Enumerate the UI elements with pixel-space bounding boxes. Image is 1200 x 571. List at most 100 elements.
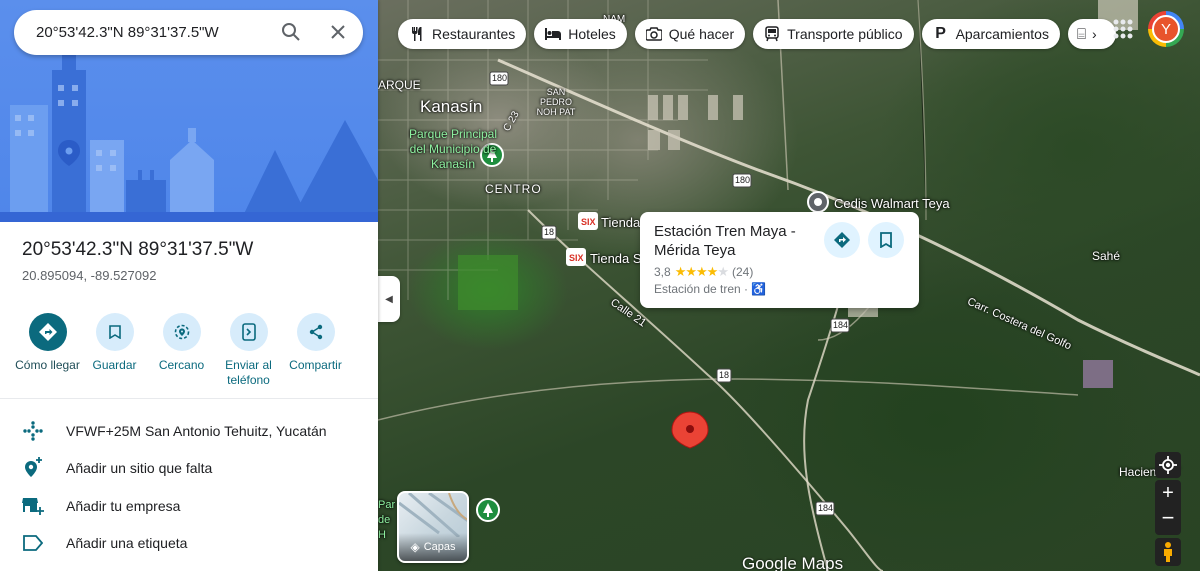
popup-save-button[interactable] <box>868 222 904 258</box>
info-rows: VFWF+25M San Antonio Tehuitz, Yucatán Añ… <box>0 412 378 562</box>
directions-button[interactable]: Cómo llegar <box>14 313 81 388</box>
zoom-out-button[interactable]: − <box>1162 506 1175 530</box>
google-maps-logo: Google Maps <box>742 554 844 571</box>
nearby-icon <box>162 313 201 351</box>
action-label: Cómo llegar <box>15 358 80 372</box>
popup-rating: 3,8 <box>654 265 671 279</box>
share-button[interactable]: Compartir <box>282 313 349 388</box>
action-label: Guardar <box>92 358 137 372</box>
layers-label-row: ◈ Capas <box>399 533 467 561</box>
svg-text:SIX: SIX <box>581 217 596 227</box>
chip-restaurantes[interactable]: Restaurantes <box>398 19 527 49</box>
place-name: 20°53'42.3"N 89°31'37.5"W <box>22 239 254 260</box>
my-location-icon <box>1159 456 1177 474</box>
transit-icon <box>763 25 781 43</box>
save-button[interactable]: Guardar <box>81 313 148 388</box>
chip-label: Transporte público <box>787 26 903 42</box>
route-shield-18b: 18 <box>719 370 730 380</box>
map-label-tienda-2: Tienda S <box>590 251 642 266</box>
parking-icon: P <box>935 25 946 42</box>
chip-hoteles[interactable]: Hoteles <box>534 19 627 49</box>
map-label-arque: ARQUE <box>378 78 421 92</box>
collapse-panel-button[interactable]: ◀ <box>378 276 400 322</box>
row-text: Añadir tu empresa <box>66 497 181 514</box>
place-info-popup[interactable]: Estación Tren Maya - Mérida Teya 3,8 ★★★… <box>640 212 919 308</box>
my-location-button[interactable] <box>1155 452 1181 478</box>
restaurant-icon <box>408 25 426 43</box>
chip-transporte[interactable]: Transporte público <box>753 19 914 49</box>
search-box <box>14 10 363 55</box>
pegman-icon <box>1164 542 1172 562</box>
map-label-tienda-1: Tienda <box>601 215 641 230</box>
apps-grid-icon[interactable] <box>1112 18 1134 40</box>
send-to-phone-button[interactable]: Enviar al teléfono <box>215 313 282 388</box>
chip-label: Restaurantes <box>432 26 516 42</box>
route-shield-180b: 180 <box>735 175 751 185</box>
route-shield-180a: 180 <box>492 73 508 83</box>
action-buttons: Cómo llegar Guardar Cercano Enviar al te… <box>14 313 349 388</box>
chip-aparcamientos[interactable]: P Aparcamientos <box>921 19 1060 49</box>
route-shield-18a: 18 <box>544 227 555 237</box>
share-icon <box>296 313 335 351</box>
map-label-parque-left: Par de H <box>378 499 396 541</box>
category-chips: Restaurantes Hoteles Qué hacer Transport… <box>398 19 1116 49</box>
plus-code-row[interactable]: VFWF+25M San Antonio Tehuitz, Yucatán <box>0 412 378 450</box>
nearby-button[interactable]: Cercano <box>148 313 215 388</box>
chip-que-hacer[interactable]: Qué hacer <box>634 19 746 49</box>
action-label: Enviar al teléfono <box>225 358 272 387</box>
popup-rating-row: 3,8 ★★★★★ (24) <box>654 264 905 280</box>
row-text: VFWF+25M San Antonio Tehuitz, Yucatán <box>66 422 327 439</box>
popup-type-row: Estación de tren · ♿ <box>654 282 905 296</box>
route-shield-184a: 184 <box>833 320 849 330</box>
add-place-icon <box>22 457 44 479</box>
popup-directions-button[interactable] <box>824 222 860 258</box>
layers-icon: ◈ <box>410 540 420 554</box>
directions-icon <box>834 232 850 248</box>
send-to-phone-icon <box>229 313 268 351</box>
chevron-left-icon: ◀ <box>385 293 393 305</box>
layers-button[interactable]: ◈ Capas <box>397 491 469 563</box>
zoom-in-button[interactable]: + <box>1162 480 1174 506</box>
svg-text:SIX: SIX <box>569 253 584 263</box>
popup-reviews: (24) <box>731 265 754 279</box>
chevron-right-icon: › <box>1091 26 1097 42</box>
side-panel: 20°53'42.3"N 89°31'37.5"W 20.895094, -89… <box>0 0 378 571</box>
close-icon[interactable] <box>326 20 350 44</box>
location-pin-icon <box>671 411 709 449</box>
popup-title[interactable]: Estación Tren Maya - Mérida Teya <box>654 222 814 260</box>
row-text: Añadir un sitio que falta <box>66 460 213 477</box>
chip-label: Aparcamientos <box>955 26 1049 42</box>
directions-icon <box>28 313 67 351</box>
map-label-kanasin: Kanasín <box>420 97 483 116</box>
chip-label: Hoteles <box>568 26 616 42</box>
search-input[interactable] <box>36 24 268 41</box>
layers-label: Capas <box>423 541 456 553</box>
map-label-cedis: Cedis Walmart Teya <box>834 196 950 211</box>
chip-more-arrow[interactable]: ⌸ › <box>1067 19 1116 49</box>
add-place-row[interactable]: Añadir un sitio que falta <box>0 450 378 488</box>
add-label-row[interactable]: Añadir una etiqueta <box>0 525 378 563</box>
search-icon[interactable] <box>279 20 303 44</box>
divider <box>0 398 378 399</box>
row-text: Añadir una etiqueta <box>66 535 188 552</box>
popup-type: Estación de tren · <box>654 282 749 296</box>
label-icon <box>22 532 44 554</box>
bookmark-icon <box>880 232 892 248</box>
map-label-parque: Parque Principal del Municipio de Kanasí… <box>408 127 498 171</box>
camera-icon <box>645 25 663 43</box>
map-label-san-pedro: SAN PEDRO NOH PAT <box>536 87 576 117</box>
hotel-icon <box>544 25 562 43</box>
action-label: Compartir <box>289 358 342 372</box>
place-coordinates: 20.895094, -89.527092 <box>22 268 157 283</box>
map-label-centro: CENTRO <box>485 182 542 196</box>
bookmark-icon <box>95 313 134 351</box>
action-label: Cercano <box>158 358 205 372</box>
star-rating-icon: ★★★★★ <box>674 264 729 279</box>
account-initial: Y <box>1152 15 1180 43</box>
add-business-row[interactable]: Añadir tu empresa <box>0 487 378 525</box>
wheelchair-icon: ♿ <box>751 282 767 296</box>
zoom-controls: + − <box>1155 480 1181 535</box>
plus-code-icon <box>22 420 44 442</box>
account-avatar[interactable]: Y <box>1148 11 1184 47</box>
street-view-button[interactable] <box>1155 538 1181 566</box>
